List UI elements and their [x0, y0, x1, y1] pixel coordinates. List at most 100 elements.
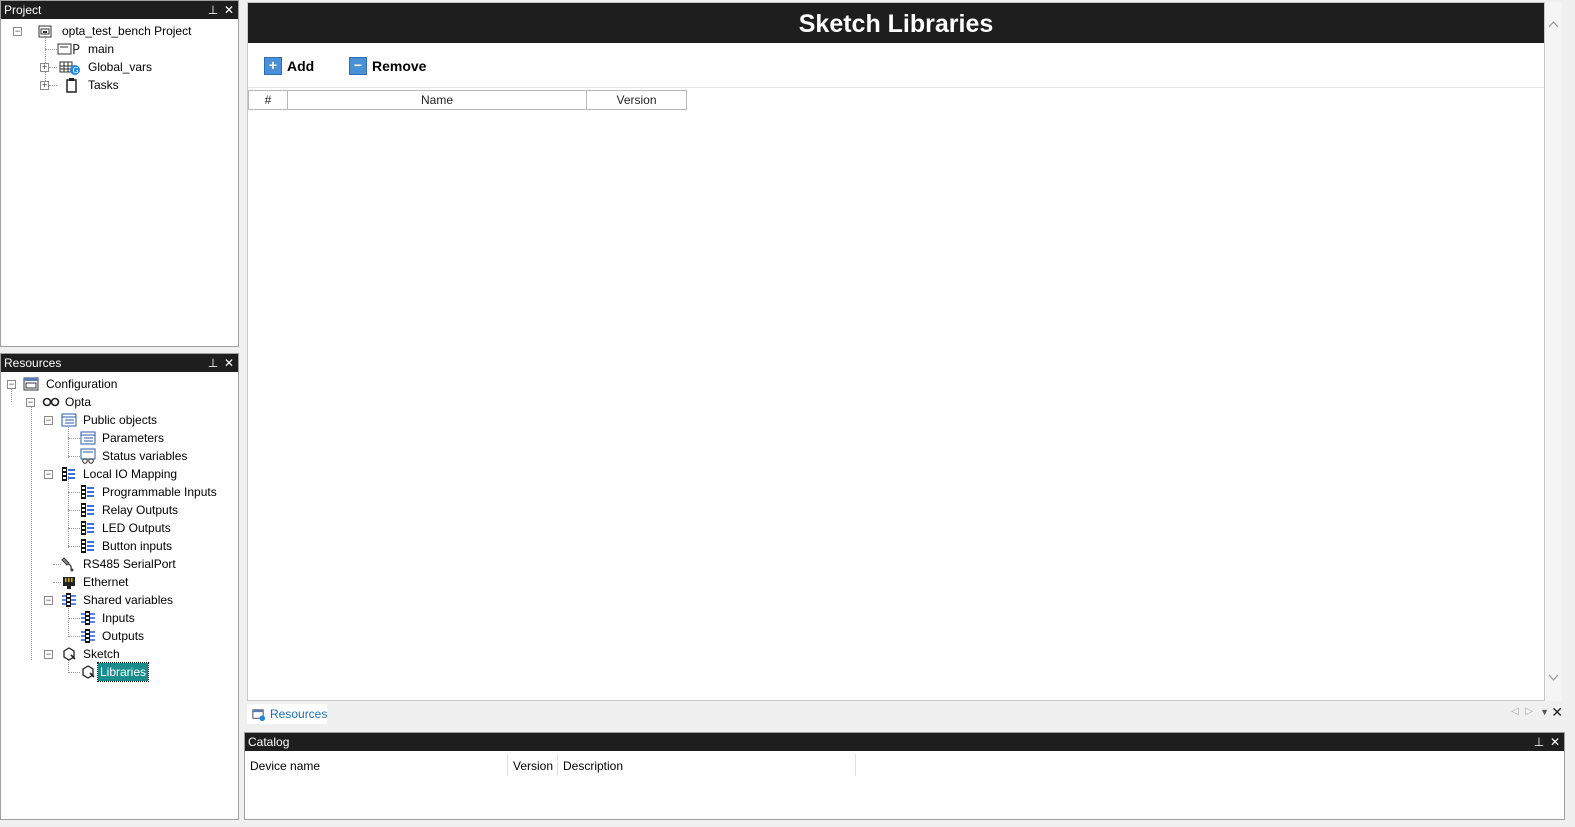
- column-header-device-name[interactable]: Device name: [250, 757, 320, 775]
- close-icon[interactable]: ✕: [222, 354, 236, 372]
- collapse-icon[interactable]: −: [26, 398, 35, 407]
- collapse-icon[interactable]: −: [44, 416, 53, 425]
- tree-item-programmable-inputs[interactable]: Programmable Inputs: [1, 483, 231, 501]
- catalog-panel-header: Catalog ⊥ ✕: [245, 733, 1564, 751]
- project-panel-title: Project: [4, 3, 42, 17]
- scroll-up-icon[interactable]: [1548, 20, 1559, 28]
- tree-item-rs485-serialport[interactable]: RS485 SerialPort: [1, 555, 231, 573]
- column-header-index[interactable]: #: [248, 90, 288, 110]
- pin-icon[interactable]: ⊥: [206, 1, 220, 19]
- page-title: Sketch Libraries: [248, 3, 1544, 43]
- tree-item-project-root[interactable]: − opta_test_bench Project: [1, 22, 231, 40]
- close-icon[interactable]: ✕: [222, 1, 236, 19]
- catalog-panel-title: Catalog: [248, 735, 290, 749]
- collapse-icon[interactable]: −: [7, 380, 16, 389]
- tree-item-relay-outputs[interactable]: Relay Outputs: [1, 501, 231, 519]
- shared-variables-icon: [81, 629, 95, 643]
- serial-port-icon: [61, 557, 74, 572]
- add-icon: +: [264, 57, 282, 75]
- program-icon: P: [57, 43, 80, 57]
- tab-list-icon[interactable]: ▼: [1540, 707, 1549, 717]
- resources-tab-icon: [252, 709, 266, 722]
- column-header-catalog-version[interactable]: Version: [513, 757, 553, 775]
- collapse-icon[interactable]: −: [44, 470, 53, 479]
- tree-item-button-inputs[interactable]: Button inputs: [1, 537, 231, 555]
- tree-item-led-outputs[interactable]: LED Outputs: [1, 519, 231, 537]
- collapse-icon[interactable]: −: [44, 650, 53, 659]
- column-header-name[interactable]: Name: [287, 90, 587, 110]
- column-header-version[interactable]: Version: [586, 90, 687, 110]
- io-mapping-icon: [81, 521, 94, 535]
- tree-item-public-objects[interactable]: − Public objects: [1, 411, 231, 429]
- tab-scroll-right-icon[interactable]: ▷: [1525, 706, 1533, 717]
- tab-resources[interactable]: Resources: [247, 704, 327, 724]
- tree-label-configuration: Configuration: [46, 377, 118, 391]
- resources-panel: Resources ⊥ ✕ − Configuration − Opta − P…: [0, 353, 239, 820]
- tree-label-libraries: Libraries: [96, 662, 150, 682]
- add-button-label: Add: [287, 58, 315, 74]
- sketch-icon: [63, 647, 76, 661]
- tree-item-sketch[interactable]: − Sketch: [1, 645, 231, 663]
- tree-label-status-variables: Status variables: [102, 449, 188, 463]
- tree-label-rs485-serialport: RS485 SerialPort: [83, 557, 176, 571]
- document-tab-strip: Resources ◁ ▷ ▼ ✕: [245, 703, 1565, 725]
- tree-item-main[interactable]: P main: [1, 40, 231, 58]
- close-icon[interactable]: ✕: [1548, 733, 1562, 751]
- remove-icon: −: [349, 57, 367, 75]
- tree-label-button-inputs: Button inputs: [102, 539, 173, 553]
- project-icon: [38, 25, 52, 38]
- column-header-description[interactable]: Description: [563, 757, 623, 775]
- tree-label-inputs: Inputs: [102, 611, 135, 625]
- opta-device-icon: [42, 397, 60, 407]
- tree-label-opta: Opta: [65, 395, 92, 409]
- close-icon[interactable]: ✕: [1551, 704, 1563, 721]
- tree-label-ethernet: Ethernet: [83, 575, 129, 589]
- tree-label-project-root: opta_test_bench Project: [62, 24, 192, 38]
- io-mapping-icon: [81, 503, 94, 517]
- tab-resources-label: Resources: [270, 707, 328, 721]
- tree-item-shared-variables[interactable]: − Shared variables: [1, 591, 231, 609]
- io-mapping-icon: [62, 467, 75, 481]
- tree-item-libraries[interactable]: Libraries: [1, 662, 231, 682]
- pin-icon[interactable]: ⊥: [206, 354, 220, 372]
- collapse-icon[interactable]: −: [44, 596, 53, 605]
- library-icon: [82, 665, 95, 679]
- pin-icon[interactable]: ⊥: [1532, 733, 1546, 751]
- tasks-icon: [66, 78, 77, 93]
- tree-label-tasks: Tasks: [88, 78, 119, 92]
- expand-icon[interactable]: +: [40, 81, 49, 90]
- scroll-down-icon[interactable]: [1548, 674, 1559, 682]
- remove-button[interactable]: − Remove: [349, 55, 439, 77]
- tree-item-tasks[interactable]: + Tasks: [1, 76, 231, 94]
- tree-item-configuration[interactable]: − Configuration: [1, 375, 231, 393]
- tree-item-global-vars[interactable]: + G Global_vars: [1, 58, 231, 76]
- resources-panel-header: Resources ⊥ ✕: [1, 354, 238, 372]
- tree-item-ethernet[interactable]: Ethernet: [1, 573, 231, 591]
- io-mapping-icon: [81, 539, 94, 553]
- tree-item-inputs[interactable]: Inputs: [1, 609, 231, 627]
- toolbar-divider: [248, 87, 1544, 88]
- tab-scroll-left-icon[interactable]: ◁: [1511, 706, 1519, 717]
- tree-label-sketch: Sketch: [83, 647, 120, 661]
- tree-label-public-objects: Public objects: [83, 413, 158, 427]
- tree-item-status-variables[interactable]: Status variables: [1, 447, 231, 465]
- add-button[interactable]: + Add: [264, 55, 324, 77]
- parameters-icon: [80, 431, 96, 445]
- tree-item-opta[interactable]: − Opta: [1, 393, 231, 411]
- document-scrollbar[interactable]: [1545, 2, 1562, 701]
- project-panel: Project ⊥ ✕ − opta_test_bench Project P …: [0, 0, 239, 347]
- sketch-libraries-document: Sketch Libraries + Add − Remove # Name V…: [247, 2, 1545, 701]
- tree-item-parameters[interactable]: Parameters: [1, 429, 231, 447]
- tree-item-outputs[interactable]: Outputs: [1, 627, 231, 645]
- remove-button-label: Remove: [372, 58, 427, 74]
- shared-variables-icon: [81, 611, 95, 625]
- list-table-icon: [61, 413, 77, 427]
- collapse-icon[interactable]: −: [13, 27, 22, 36]
- project-panel-header: Project ⊥ ✕: [1, 1, 238, 19]
- tree-label-relay-outputs: Relay Outputs: [102, 503, 179, 517]
- svg-text:G: G: [73, 66, 79, 75]
- status-variables-icon: [80, 448, 96, 464]
- expand-icon[interactable]: +: [40, 63, 49, 72]
- svg-text:P: P: [72, 43, 80, 57]
- tree-item-local-io-mapping[interactable]: − Local IO Mapping: [1, 465, 231, 483]
